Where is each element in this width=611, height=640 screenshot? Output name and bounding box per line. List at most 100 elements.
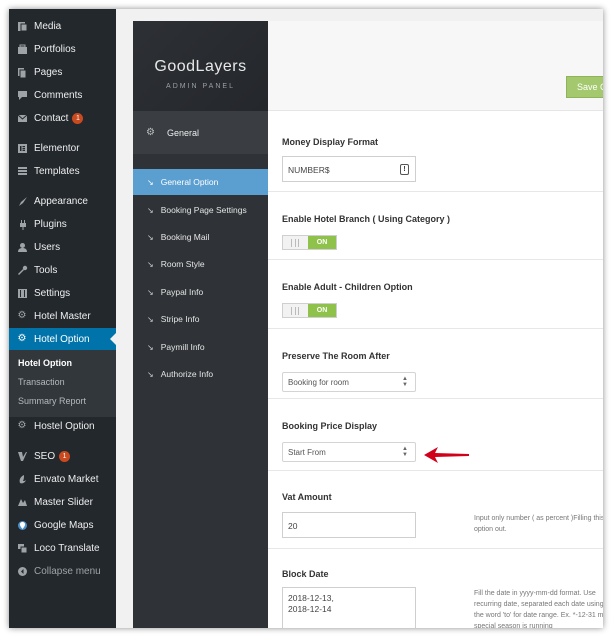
select-value: Booking for room (288, 378, 349, 387)
hotel-branch-toggle[interactable]: ON (282, 235, 337, 250)
menu-item-hotel-option[interactable]: ⚙ Hotel Option (9, 328, 116, 350)
chevron-down-icon: ↘ (147, 287, 154, 297)
toggle-grip-icon (291, 307, 299, 315)
plugins-icon (16, 218, 28, 230)
nav-item-room-style[interactable]: ↘ Room Style (133, 251, 268, 277)
menu-item-elementor[interactable]: Elementor (9, 137, 116, 159)
menu-item-contact[interactable]: Contact 1 (9, 107, 116, 129)
chevron-down-icon: ↘ (147, 369, 154, 379)
textarea-line: 2018-12-13, (288, 593, 334, 603)
menu-item-envato-market[interactable]: Envato Market (9, 468, 116, 490)
menu-item-portfolios[interactable]: Portfolios (9, 38, 116, 60)
chevron-down-icon: ↘ (147, 177, 154, 187)
translate-icon (16, 542, 28, 554)
submenu-summary-report[interactable]: Summary Report (18, 396, 86, 406)
nav-item-paypal-info[interactable]: ↘ Paypal Info (133, 279, 268, 305)
menu-item-pages[interactable]: Pages (9, 61, 116, 83)
option-title: Block Date (282, 569, 329, 579)
annotation-arrow-icon (424, 447, 469, 463)
block-date-textarea[interactable]: 2018-12-13, 2018-12-14 (282, 587, 416, 628)
nav-item-booking-page-settings[interactable]: ↘ Booking Page Settings (133, 197, 268, 223)
menu-item-users[interactable]: Users (9, 236, 116, 258)
nav-item-paymill-info[interactable]: ↘ Paymill Info (133, 334, 268, 360)
menu-item-plugins[interactable]: Plugins (9, 213, 116, 235)
menu-label: Portfolios (34, 43, 76, 55)
menu-item-tools[interactable]: Tools (9, 259, 116, 281)
menu-label: Contact (34, 112, 69, 124)
menu-label: Appearance (34, 195, 88, 207)
option-title: Enable Adult - Children Option (282, 282, 413, 292)
input-value: NUMBER$ (288, 165, 330, 175)
nav-section-general[interactable]: ⚙ General (133, 111, 268, 154)
menu-item-comments[interactable]: Comments (9, 84, 116, 106)
chevron-down-icon: ↘ (147, 205, 154, 215)
content-area: GoodLayers ADMIN PANEL Save C ⚙ General … (116, 9, 603, 628)
nav-item-label: Paypal Info (160, 287, 204, 297)
menu-item-master-slider[interactable]: Master Slider (9, 491, 116, 513)
menu-item-hostel-option[interactable]: ⚙ Hostel Option (9, 415, 116, 437)
menu-label: Collapse menu (34, 565, 101, 577)
nav-item-authorize-info[interactable]: ↘ Authorize Info (133, 361, 268, 387)
nav-item-general-option[interactable]: ↘ General Option (133, 169, 268, 195)
submenu-transaction[interactable]: Transaction (18, 377, 65, 387)
option-enable-adult-children: Enable Adult - Children Option ON (268, 260, 603, 329)
chevron-down-icon: ↘ (147, 314, 154, 324)
menu-item-settings[interactable]: Settings (9, 282, 116, 304)
option-title: Money Display Format (282, 137, 379, 147)
menu-item-appearance[interactable]: Appearance (9, 190, 116, 212)
gear-icon: ⚙ (17, 420, 27, 431)
elementor-icon (16, 142, 28, 154)
menu-label: Hotel Master (34, 310, 91, 322)
menu-item-seo[interactable]: SEO 1 (9, 445, 116, 467)
panel-navigation: ⚙ General ↘ General Option ↘ Booking Pag… (133, 111, 268, 628)
gear-icon: ⚙ (17, 333, 27, 344)
menu-label: Comments (34, 89, 83, 101)
templates-icon (16, 165, 28, 177)
menu-label: Plugins (34, 218, 67, 230)
menu-item-loco-translate[interactable]: Loco Translate (9, 537, 116, 559)
nav-item-label: Room Style (160, 259, 205, 269)
option-title: Vat Amount (282, 492, 332, 502)
slider-icon (16, 496, 28, 508)
menu-item-media[interactable]: Media (9, 15, 116, 37)
menu-item-google-maps[interactable]: Google Maps (9, 514, 116, 536)
toggle-state: ON (308, 236, 336, 249)
option-title: Booking Price Display (282, 421, 378, 431)
options-main: Money Display Format NUMBER$ ! Enable Ho… (268, 111, 603, 628)
option-preserve-room: Preserve The Room After Booking for room… (268, 329, 603, 399)
goodlayers-admin-panel: GoodLayers ADMIN PANEL Save C ⚙ General … (133, 21, 603, 628)
menu-label: Users (34, 241, 61, 253)
goodlayers-logo: GoodLayers (154, 58, 247, 75)
option-vat-amount: Vat Amount 20 Input only number ( as per… (268, 471, 603, 549)
money-format-input[interactable]: NUMBER$ ! (282, 156, 416, 182)
submenu-hotel-option[interactable]: Hotel Option (18, 358, 72, 368)
vat-amount-input[interactable]: 20 (282, 512, 416, 538)
preserve-room-select[interactable]: Booking for room ▲ ▼ (282, 372, 416, 392)
menu-label: Envato Market (34, 473, 99, 485)
block-date-description: Fill the date in yyyy-mm-dd format. Use … (474, 590, 603, 628)
adult-children-toggle[interactable]: ON (282, 303, 337, 318)
menu-label: Settings (34, 287, 71, 299)
menu-label: Loco Translate (34, 542, 100, 554)
users-icon (16, 241, 28, 253)
booking-price-select[interactable]: Start From ▲ ▼ (282, 442, 416, 462)
media-icon (16, 20, 28, 32)
menu-item-templates[interactable]: Templates (9, 160, 116, 182)
save-changes-button[interactable]: Save C (566, 76, 603, 98)
pages-icon (16, 66, 28, 78)
hotel-option-submenu: Hotel Option Transaction Summary Report (9, 350, 116, 417)
maps-icon (16, 519, 28, 531)
nav-item-booking-mail[interactable]: ↘ Booking Mail (133, 224, 268, 250)
appearance-icon (16, 195, 28, 207)
menu-label: Tools (34, 264, 58, 276)
panel-header: Save C (268, 21, 603, 111)
panel-logo-area: GoodLayers ADMIN PANEL (133, 21, 268, 111)
nav-item-label: Booking Page Settings (160, 205, 247, 215)
collapse-menu-button[interactable]: Collapse menu (9, 560, 116, 582)
vat-description: Input only number ( as percent )Filling … (474, 515, 603, 533)
nav-item-label: General Option (160, 177, 219, 187)
menu-item-hotel-master[interactable]: ⚙ Hotel Master (9, 305, 116, 327)
textarea-line: 2018-12-14 (288, 604, 332, 614)
option-block-date: Block Date 2018-12-13, 2018-12-14 Fill t… (268, 549, 603, 628)
nav-item-stripe-info[interactable]: ↘ Stripe Info (133, 306, 268, 332)
